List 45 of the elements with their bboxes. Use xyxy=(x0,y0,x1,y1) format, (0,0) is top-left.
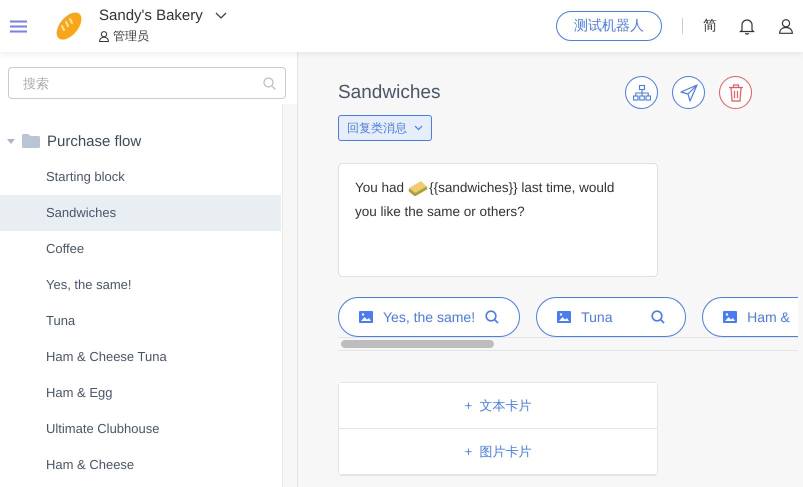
scrollbar-thumb[interactable] xyxy=(341,340,494,348)
trash-icon xyxy=(728,84,744,102)
quick-reply-button[interactable]: Ham & xyxy=(702,297,798,337)
bell-icon[interactable] xyxy=(739,18,755,34)
add-card-button[interactable]: + 文本卡片 xyxy=(339,383,657,429)
flowchart-button[interactable] xyxy=(625,76,658,109)
test-bot-button[interactable]: 测试机器人 xyxy=(556,11,662,41)
search-field[interactable]: 搜索 xyxy=(8,67,286,99)
send-button[interactable] xyxy=(672,76,705,109)
chevron-down-icon xyxy=(414,125,423,131)
quick-reply-button[interactable]: Tuna xyxy=(536,297,686,337)
quick-reply-button[interactable]: Yes, the same! xyxy=(338,297,520,337)
tree-item[interactable]: Sandwiches xyxy=(0,195,281,231)
tree-item[interactable]: Ultimate Clubhouse xyxy=(0,411,281,447)
send-icon xyxy=(680,84,698,102)
language-toggle[interactable]: 简 xyxy=(703,17,717,35)
tree-item[interactable]: Coffee xyxy=(0,231,281,267)
tree-item[interactable]: Starting block xyxy=(0,159,281,195)
message-field[interactable]: You had {{sandwiches}} last time, would you like the same or others? xyxy=(338,163,658,277)
message-text: You had xyxy=(355,179,404,197)
chevron-down-icon[interactable] xyxy=(214,12,227,19)
user-icon xyxy=(99,31,109,42)
tree-item[interactable]: Yes, the same! xyxy=(0,267,281,303)
folder-item[interactable]: Purchase flow xyxy=(0,123,281,159)
image-icon xyxy=(557,311,572,323)
tree-item[interactable]: Ham & Egg xyxy=(0,375,281,411)
image-icon xyxy=(723,311,738,323)
image-icon xyxy=(359,311,373,323)
bakery-name: Sandy's Bakery xyxy=(99,7,203,24)
hierarchy-icon xyxy=(632,84,650,100)
user-icon[interactable] xyxy=(779,18,793,34)
folder-icon xyxy=(22,134,40,148)
tree-item[interactable]: Tuna xyxy=(0,303,281,339)
role-label: 管理员 xyxy=(113,28,149,45)
tree-item[interactable]: Ham & Cheese xyxy=(0,447,281,483)
sandwich-icon xyxy=(408,180,428,196)
message-text: you like the same or others? xyxy=(355,203,525,221)
scrollbar-track[interactable] xyxy=(282,104,297,487)
tree-item[interactable]: Ham & Cheese Tuna xyxy=(0,339,281,375)
message-text: {{sandwiches}} last time, would xyxy=(429,179,614,197)
search-icon xyxy=(263,77,276,90)
menu-icon[interactable] xyxy=(10,20,27,32)
caret-icon[interactable] xyxy=(7,138,15,144)
block-title: Sandwiches xyxy=(338,82,440,104)
delete-button[interactable] xyxy=(719,76,752,109)
